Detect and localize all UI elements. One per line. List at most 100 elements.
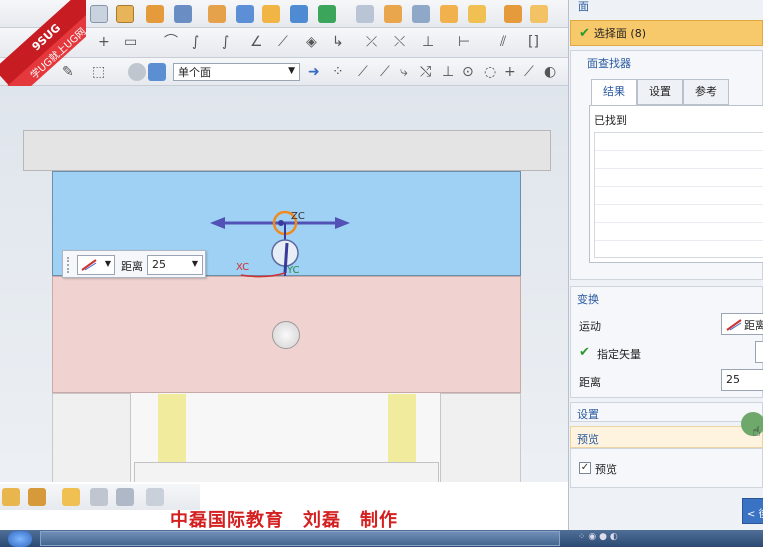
cylinder-icon[interactable] bbox=[90, 5, 108, 23]
transform-title[interactable]: 变换 bbox=[577, 291, 599, 307]
checkmark-icon: ✔ bbox=[579, 25, 590, 41]
face-rule-select[interactable]: 单个面 ▼ bbox=[173, 63, 300, 81]
extend-icon[interactable]: ⤬ bbox=[394, 34, 405, 50]
explode-icon[interactable] bbox=[146, 488, 164, 506]
settings-section[interactable]: 设置 bbox=[570, 402, 763, 422]
results-list[interactable] bbox=[594, 132, 763, 258]
block-icon[interactable] bbox=[116, 5, 134, 23]
windows-taskbar: ⁘ ◉ ● ◐ bbox=[0, 530, 763, 547]
snap-curve-icon[interactable]: ⤷ bbox=[400, 64, 408, 80]
part-icon[interactable] bbox=[148, 63, 166, 81]
arrow-right-icon[interactable]: ➜ bbox=[308, 64, 320, 80]
rectangle-icon[interactable]: ▭ bbox=[124, 34, 137, 50]
preview-section-header[interactable]: 预览 bbox=[570, 426, 763, 448]
found-label: 已找到 bbox=[594, 114, 627, 127]
snap-intersection-icon[interactable]: ⤭ bbox=[420, 64, 431, 80]
snap-grid-icon[interactable]: ⁘ bbox=[332, 64, 344, 80]
bottom-caption: 中磊国际教育 刘磊 制作 bbox=[170, 510, 398, 531]
corner-icon[interactable]: ⊥ bbox=[422, 34, 434, 50]
distance-icon bbox=[81, 259, 97, 271]
onscreen-distance-input[interactable]: 25 ▼ bbox=[147, 255, 203, 275]
tab-settings-label: 设置 bbox=[649, 85, 671, 98]
face-finder-title: 面查找器 bbox=[587, 57, 631, 70]
distance-value: 25 bbox=[726, 373, 740, 386]
distance-label: 距离 bbox=[579, 376, 601, 389]
drag-grip[interactable] bbox=[67, 257, 69, 273]
spline-icon[interactable]: ∫ bbox=[192, 34, 199, 50]
checkmark-icon: ✔ bbox=[579, 345, 590, 360]
preview-checkbox[interactable]: ✓ bbox=[579, 462, 591, 474]
component-icon[interactable] bbox=[28, 488, 46, 506]
draft-icon[interactable] bbox=[530, 5, 548, 23]
plus-icon[interactable]: + bbox=[98, 34, 110, 50]
shell-icon[interactable] bbox=[146, 5, 164, 23]
yc-label: YC bbox=[287, 265, 300, 276]
move-component-icon[interactable] bbox=[90, 488, 108, 506]
fillet-curve-icon[interactable]: ⌒ bbox=[164, 34, 178, 50]
quick-trim-icon[interactable]: ⤫ bbox=[366, 34, 377, 50]
snap-arc-icon[interactable]: ◐ bbox=[544, 64, 556, 80]
select-box-icon[interactable]: ⬚ bbox=[92, 64, 105, 80]
results-pane: 已找到 bbox=[589, 105, 763, 263]
box-icon[interactable] bbox=[174, 5, 192, 23]
graphics-viewport[interactable]: ZC XC YC ▼ 距离 25 ▼ 中磊国际教育 刘磊 制作 bbox=[0, 86, 568, 531]
snap-point-icon[interactable]: + bbox=[504, 64, 516, 80]
point-icon[interactable] bbox=[318, 5, 336, 23]
snap-line-icon[interactable]: ⟋ bbox=[358, 64, 368, 80]
plate-hole bbox=[272, 321, 300, 349]
pattern-icon[interactable] bbox=[262, 5, 280, 23]
zc-label: ZC bbox=[291, 211, 305, 222]
angle-icon[interactable]: ∠ bbox=[250, 34, 263, 50]
bracket-icon[interactable]: [] bbox=[528, 34, 539, 50]
project-curve-icon[interactable]: ⟋ bbox=[278, 34, 288, 50]
face-section-header[interactable]: 面 bbox=[570, 0, 763, 20]
tree-icon[interactable] bbox=[116, 488, 134, 506]
chevron-down-icon: ▼ bbox=[288, 66, 295, 76]
motion-dropdown[interactable]: 距离 bbox=[721, 313, 763, 335]
snap-midpoint-icon[interactable]: ⟋ bbox=[380, 64, 390, 80]
snap-quadrant-icon[interactable]: ◌ bbox=[484, 64, 496, 80]
snap-perp-icon[interactable]: ⊥ bbox=[442, 64, 454, 80]
chevron-down-icon: ▼ bbox=[191, 259, 198, 268]
distance-input[interactable]: 25 bbox=[721, 369, 763, 391]
offset-curve-icon[interactable]: ∫ bbox=[222, 34, 229, 50]
motion-type-dropdown[interactable]: ▼ bbox=[77, 255, 115, 275]
tab-reference[interactable]: 参考 bbox=[683, 79, 729, 105]
join-icon[interactable]: ↳ bbox=[332, 34, 344, 50]
bridge-icon[interactable]: ◈ bbox=[306, 34, 317, 50]
blend-icon[interactable] bbox=[384, 5, 402, 23]
face-section-title: 面 bbox=[578, 0, 589, 13]
tab-reference-label: 参考 bbox=[695, 85, 717, 98]
vector-dropdown[interactable] bbox=[755, 341, 763, 363]
vector-label[interactable]: 指定矢量 bbox=[597, 346, 641, 362]
snap-tangent-icon[interactable]: ⟋ bbox=[524, 64, 534, 80]
tab-settings[interactable]: 设置 bbox=[637, 79, 683, 105]
extrude-icon[interactable] bbox=[208, 5, 226, 23]
constraint-icon[interactable]: ⫽ bbox=[500, 34, 506, 50]
preview-title: 预览 bbox=[577, 433, 599, 446]
xc-label: XC bbox=[236, 262, 250, 273]
sew-icon[interactable] bbox=[504, 5, 522, 23]
tray-icons[interactable]: ⁘ ◉ ● ◐ bbox=[578, 532, 618, 542]
dimension-icon[interactable]: ⊢ bbox=[458, 34, 470, 50]
select-face-row[interactable]: ✔ 选择面 (8) bbox=[570, 20, 763, 46]
start-button[interactable] bbox=[8, 531, 32, 547]
revolve-icon[interactable] bbox=[236, 5, 254, 23]
constraint-chain-icon[interactable] bbox=[62, 488, 80, 506]
move-handle[interactable] bbox=[205, 201, 355, 286]
select-face-label: 选择面 (8) bbox=[593, 27, 646, 40]
back-button-label: < 後 bbox=[747, 509, 763, 520]
onscreen-distance-value: 25 bbox=[152, 258, 166, 271]
offset-icon[interactable] bbox=[440, 5, 458, 23]
chamfer-icon[interactable] bbox=[412, 5, 430, 23]
snap-center-icon[interactable]: ⊙ bbox=[462, 64, 474, 80]
sketch-icon[interactable] bbox=[356, 5, 374, 23]
mirror-icon[interactable] bbox=[290, 5, 308, 23]
back-button[interactable]: < 後 bbox=[742, 498, 763, 524]
trim-icon[interactable] bbox=[468, 5, 486, 23]
filter-icon[interactable] bbox=[128, 63, 146, 81]
taskbar-app-button[interactable] bbox=[40, 531, 560, 546]
tab-results[interactable]: 结果 bbox=[591, 79, 637, 105]
assembly-icon[interactable] bbox=[2, 488, 20, 506]
motion-label: 运动 bbox=[579, 320, 601, 333]
